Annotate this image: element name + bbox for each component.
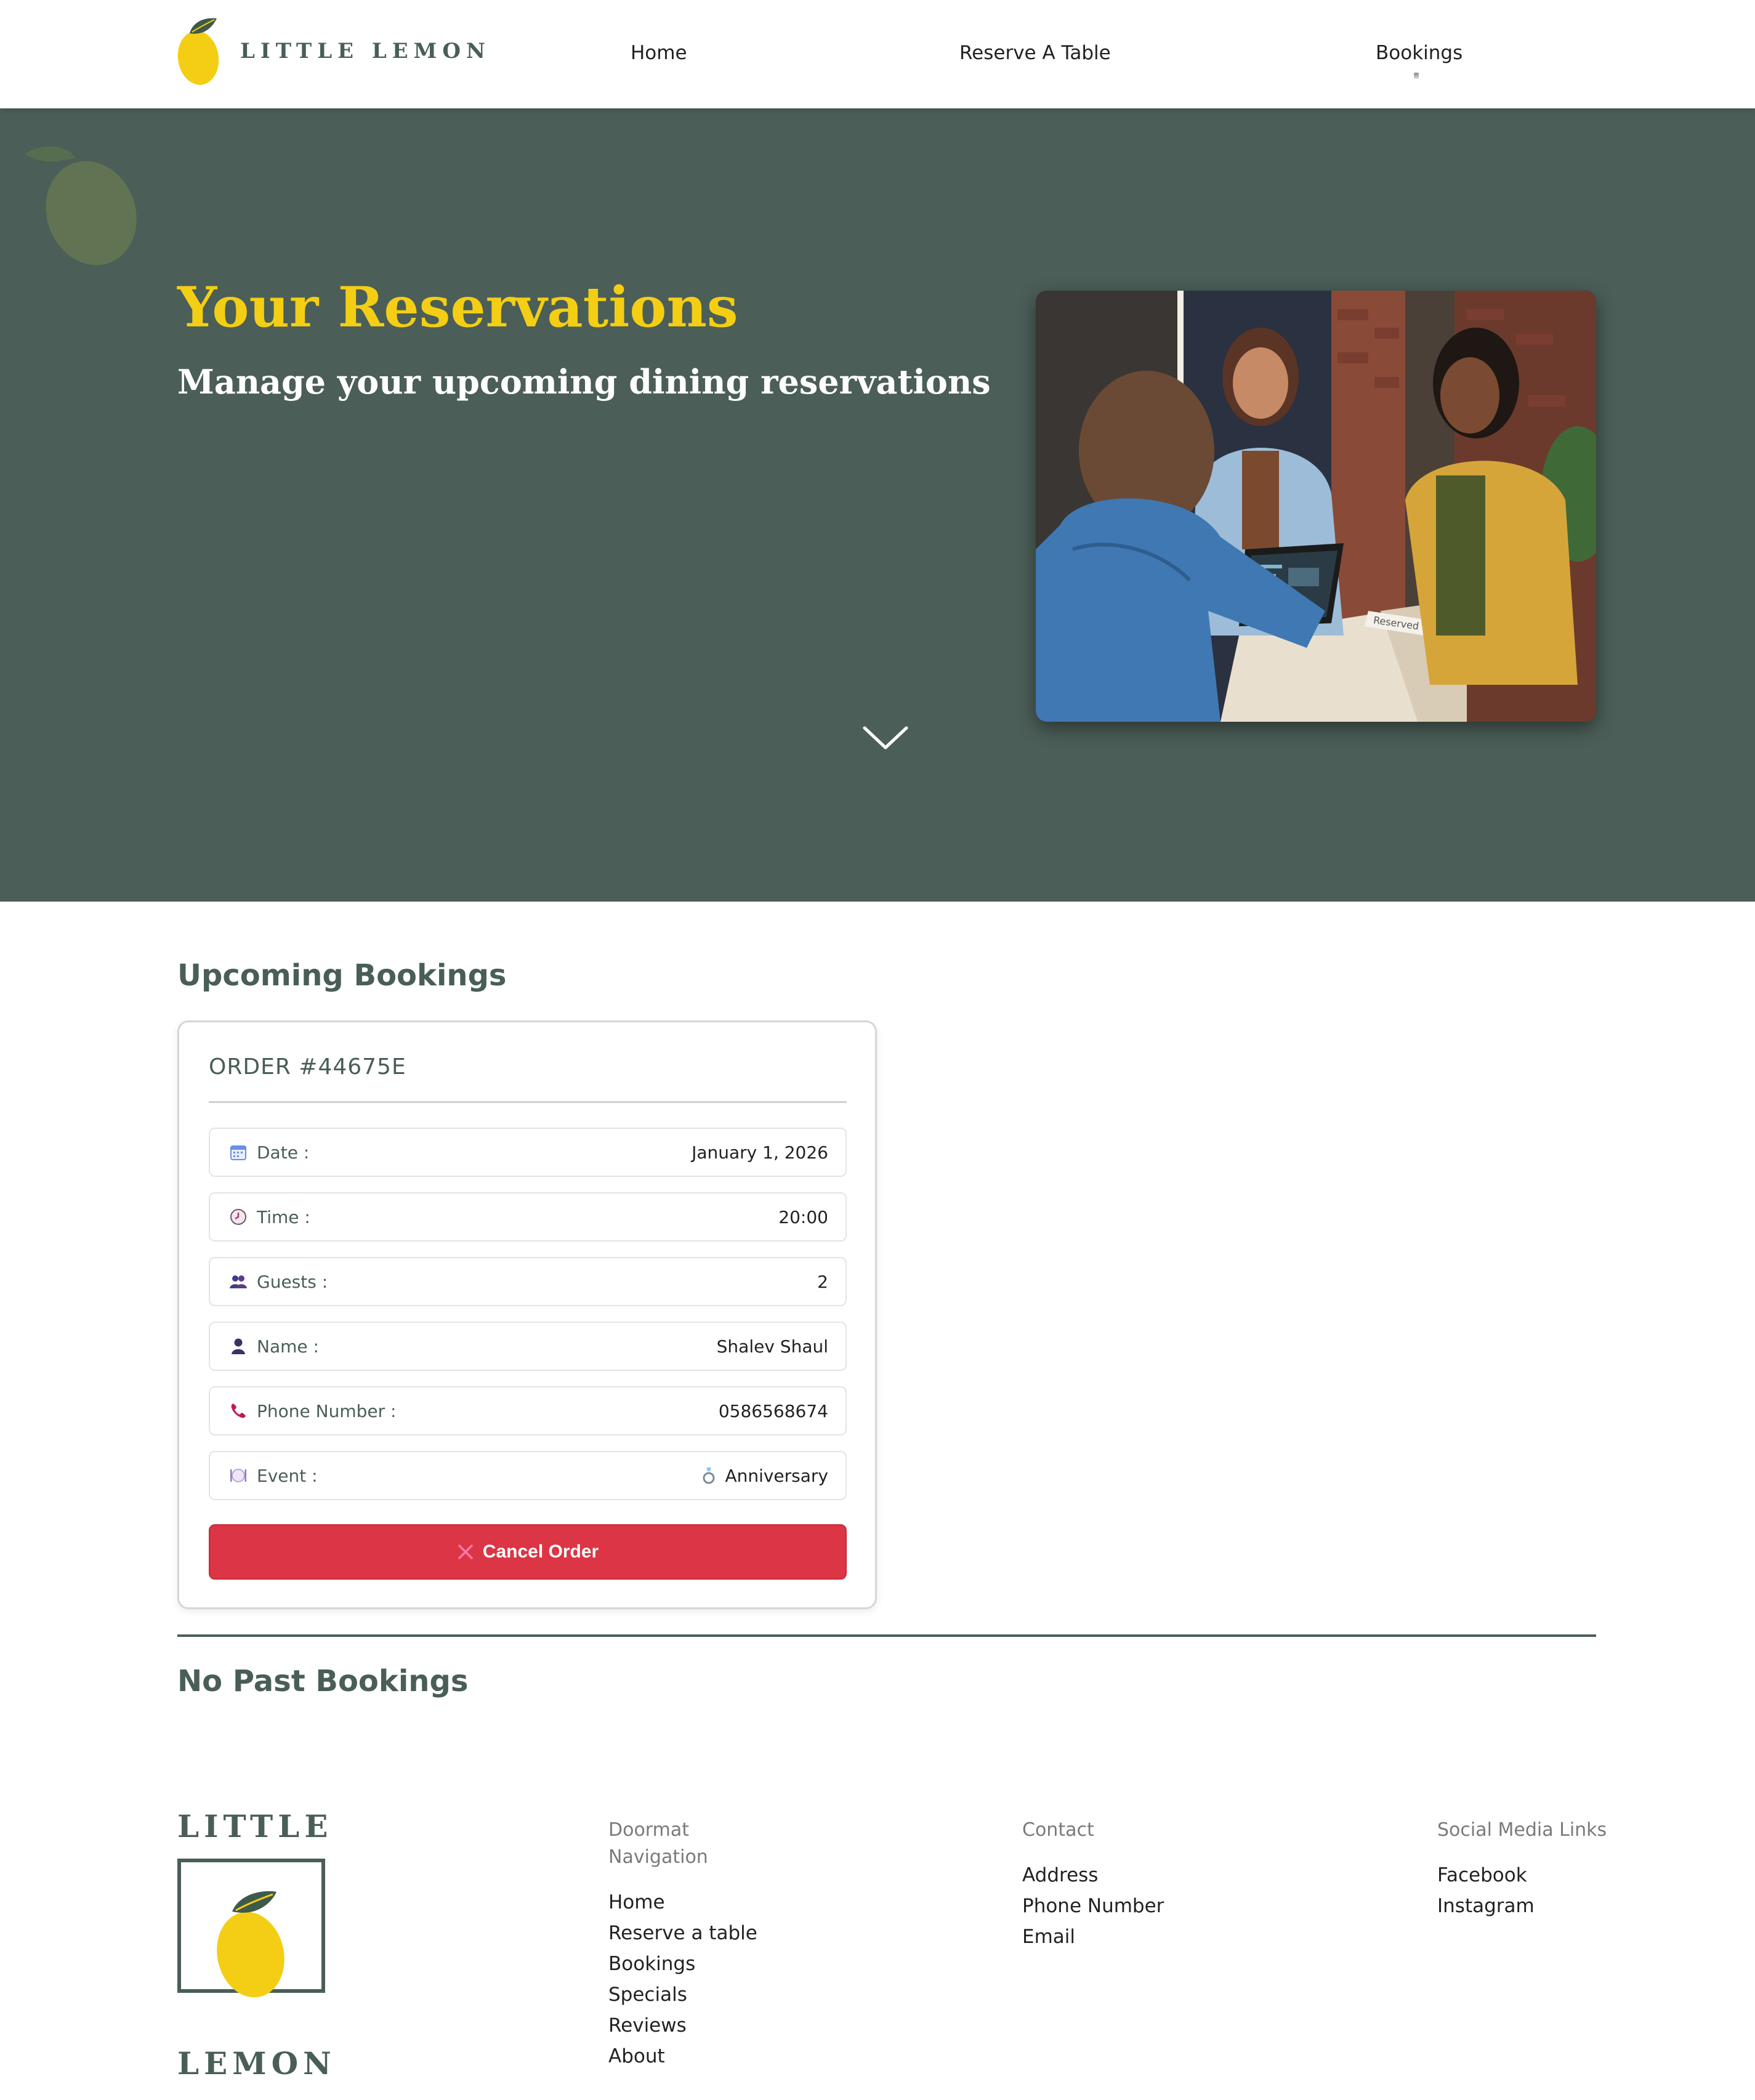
lemon-decoration-icon — [25, 146, 137, 265]
cancel-order-button[interactable]: Cancel Order — [209, 1524, 847, 1580]
nav-active-indicator — [1414, 73, 1419, 79]
footer-nav-heading: Doormat Navigation — [608, 1819, 708, 1868]
footer-contact-heading: Contact — [1022, 1819, 1094, 1841]
footer-link-bookings[interactable]: Bookings — [608, 1949, 757, 1979]
footer-link-reserve[interactable]: Reserve a table — [608, 1918, 757, 1949]
footer-link-about[interactable]: About — [608, 2041, 757, 2072]
footer-logo-top: LITTLE — [177, 1808, 333, 1844]
upcoming-bookings-title: Upcoming Bookings — [177, 958, 507, 993]
guests-icon — [228, 1272, 248, 1291]
footer-link-phone[interactable]: Phone Number — [1022, 1891, 1164, 1921]
past-bookings-title: No Past Bookings — [177, 1664, 469, 1698]
booking-row-name: Name : Shalev Shaul — [209, 1322, 847, 1371]
nav-home[interactable]: Home — [631, 42, 687, 64]
footer-logo-frame — [177, 1859, 325, 1998]
lemon-logo-icon — [177, 18, 219, 85]
footer-link-home[interactable]: Home — [608, 1887, 757, 1918]
footer-link-email[interactable]: Email — [1022, 1921, 1164, 1952]
footer-link-instagram[interactable]: Instagram — [1437, 1891, 1607, 1921]
footer-logo-bottom: LEMON — [177, 2045, 336, 2082]
date-label: Date : — [257, 1142, 310, 1163]
footer-nav-column: Doormat Navigation Home Reserve a table … — [608, 1817, 757, 2072]
hero-section: Your Reservations Manage your upcoming d… — [0, 108, 1755, 902]
phone-value: 0586568674 — [718, 1400, 828, 1421]
name-value: Shalev Shaul — [716, 1336, 828, 1357]
ring-icon — [701, 1466, 716, 1485]
logo-text: LITTLE LEMON — [240, 39, 491, 63]
event-value-wrap: Anniversary — [701, 1466, 828, 1486]
footer-social-heading: Social Media Links — [1437, 1819, 1607, 1841]
event-value: Anniversary — [725, 1465, 828, 1486]
cancel-order-label: Cancel Order — [482, 1541, 599, 1562]
footer-link-facebook[interactable]: Facebook — [1437, 1860, 1607, 1891]
guests-value: 2 — [817, 1271, 828, 1292]
lemon-logo-icon — [217, 1891, 284, 1998]
hero-title: Your Reservations — [177, 275, 738, 340]
section-divider — [177, 1634, 1596, 1637]
booking-card: ORDER #44675E Date : January 1, 2026 Tim… — [177, 1020, 877, 1609]
footer-link-address[interactable]: Address — [1022, 1860, 1164, 1891]
nav-bookings[interactable]: Bookings — [1376, 42, 1462, 64]
clock-icon — [228, 1207, 248, 1227]
date-value: January 1, 2026 — [692, 1142, 828, 1163]
hero-subtitle: Manage your upcoming dining reservations — [177, 362, 991, 402]
booking-row-time: Time : 20:00 — [209, 1192, 847, 1242]
plate-icon — [228, 1466, 248, 1485]
booking-row-date: Date : January 1, 2026 — [209, 1128, 847, 1177]
hostess-tablet-photo-icon: Reserved — [1036, 291, 1596, 722]
guests-label: Guests : — [257, 1271, 328, 1292]
site-header: LITTLE LEMON Home Reserve A Table Bookin… — [0, 0, 1755, 108]
footer-contact-column: Contact Address Phone Number Email — [1022, 1817, 1164, 1952]
phone-label: Phone Number : — [257, 1400, 397, 1421]
nav-reserve-table[interactable]: Reserve A Table — [959, 42, 1111, 64]
close-icon — [457, 1543, 474, 1561]
time-value: 20:00 — [778, 1206, 828, 1227]
name-label: Name : — [257, 1336, 319, 1357]
booking-row-phone: Phone Number : 0586568674 — [209, 1386, 847, 1436]
footer-link-specials[interactable]: Specials — [608, 1979, 757, 2010]
calendar-icon — [228, 1142, 248, 1162]
person-icon — [228, 1336, 248, 1356]
hero-photo: Reserved — [1036, 291, 1596, 722]
time-label: Time : — [257, 1206, 310, 1227]
footer-link-reviews[interactable]: Reviews — [608, 2010, 757, 2041]
event-label: Event : — [257, 1465, 318, 1486]
footer-social-column: Social Media Links Facebook Instagram — [1437, 1817, 1607, 1921]
order-title: ORDER #44675E — [209, 1054, 406, 1080]
site-logo[interactable]: LITTLE LEMON — [176, 16, 491, 86]
chevron-down-icon[interactable] — [862, 724, 909, 751]
booking-row-guests: Guests : 2 — [209, 1257, 847, 1306]
booking-row-event: Event : Anniversary — [209, 1451, 847, 1500]
order-divider — [209, 1101, 847, 1103]
phone-icon — [228, 1401, 248, 1421]
